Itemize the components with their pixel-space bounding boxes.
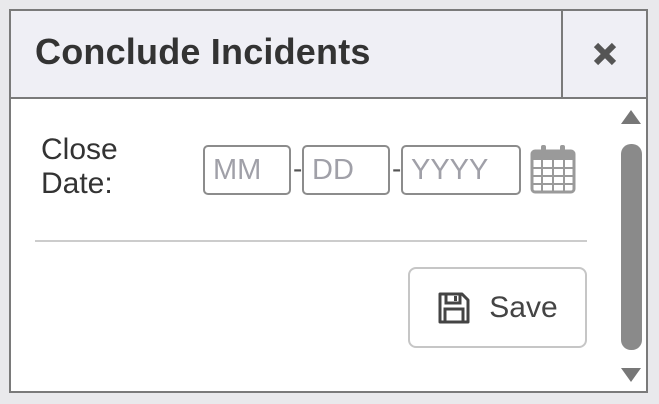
scrollbar-thumb[interactable] [621, 144, 642, 350]
day-input[interactable] [302, 145, 390, 195]
close-date-label: Close Date: [41, 133, 118, 200]
save-label: Save [489, 290, 558, 324]
close-icon [593, 42, 616, 66]
dialog-title: Conclude Incidents [35, 31, 371, 72]
dialog-header: Conclude Incidents [11, 11, 646, 99]
calendar-icon [530, 145, 576, 194]
close-button[interactable] [563, 11, 646, 97]
form-divider [35, 240, 587, 242]
month-input[interactable] [203, 145, 291, 195]
floppy-disk-icon [438, 292, 470, 323]
calendar-button[interactable] [530, 144, 576, 194]
scroll-up-arrow-icon[interactable] [620, 109, 642, 125]
conclude-incidents-dialog: Conclude Incidents Close Date: - - [9, 9, 648, 393]
save-button[interactable]: Save [408, 267, 587, 348]
scroll-down-arrow-icon[interactable] [620, 367, 642, 383]
vertical-scrollbar[interactable] [615, 99, 646, 391]
year-input[interactable] [401, 145, 521, 195]
date-separator: - [293, 153, 303, 184]
date-separator: - [392, 153, 402, 184]
dialog-body: Close Date: - - [11, 99, 646, 391]
